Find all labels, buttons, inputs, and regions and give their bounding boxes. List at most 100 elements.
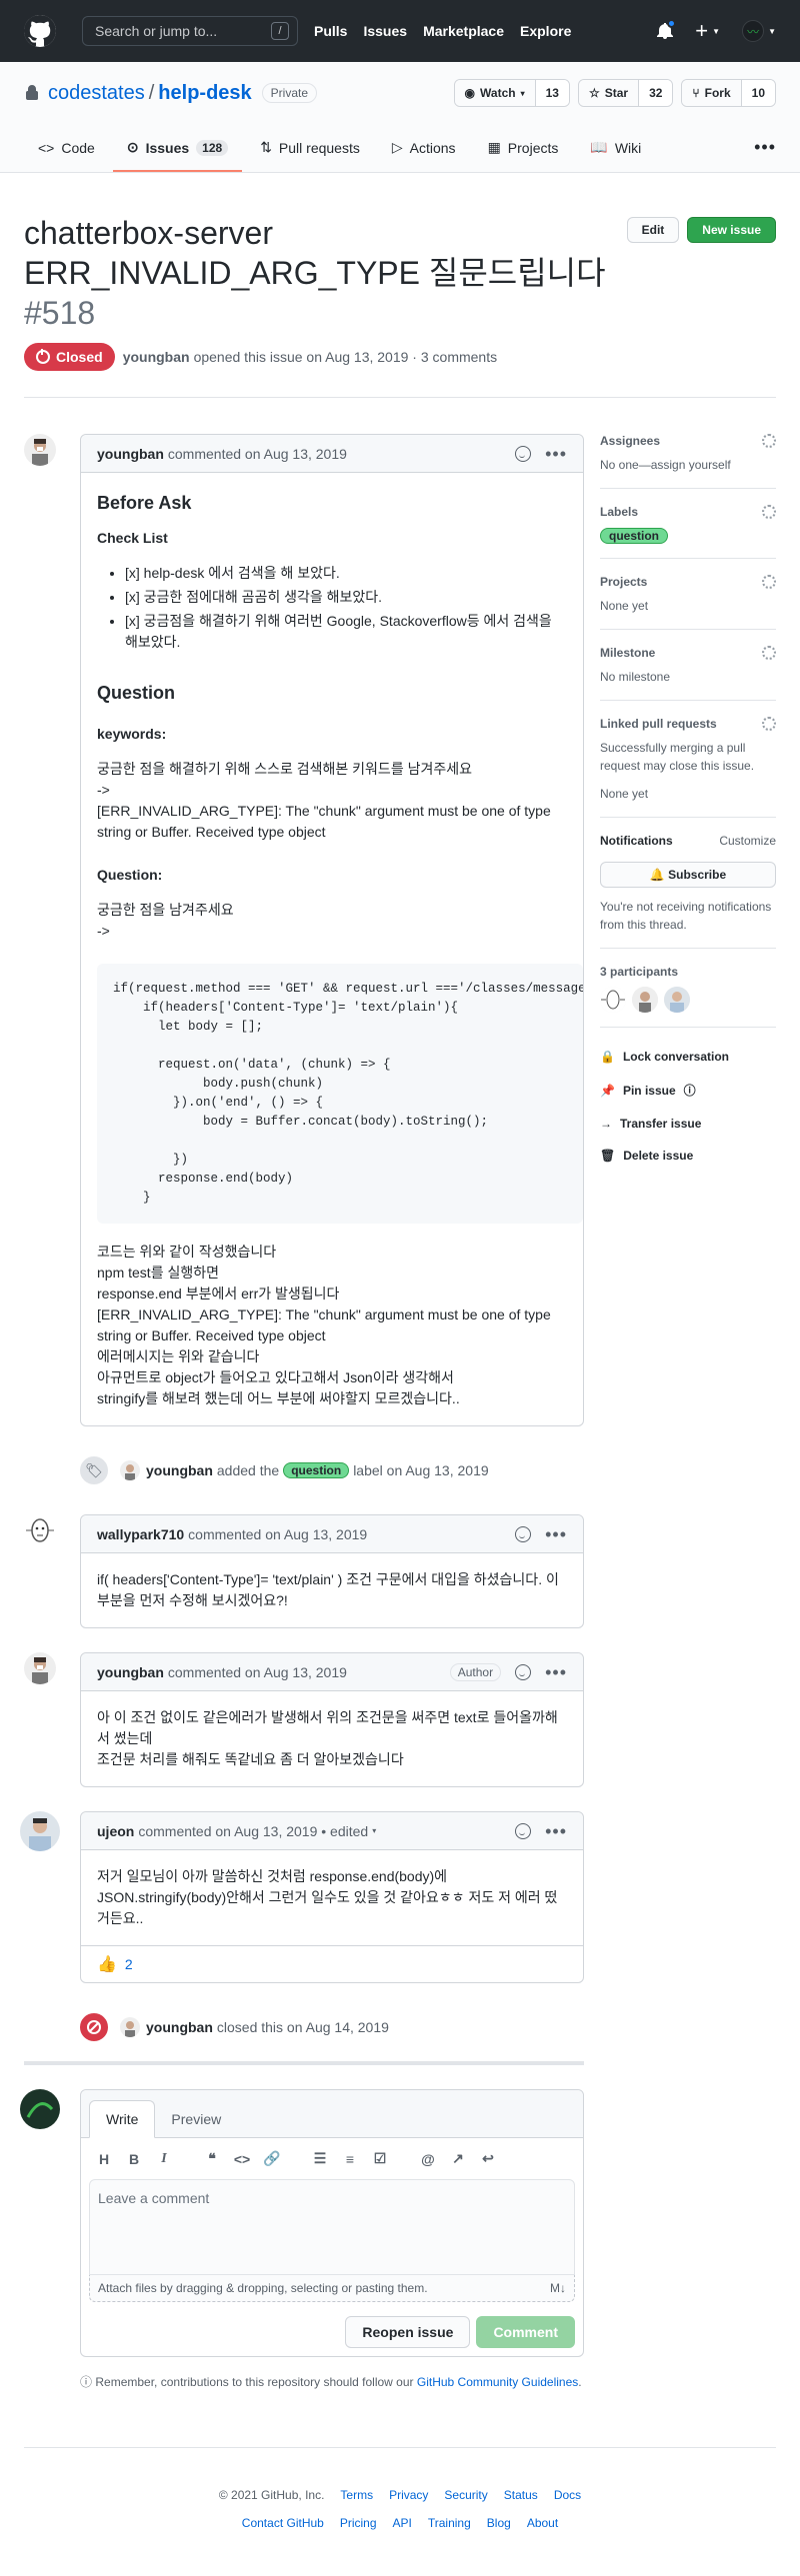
- comment-author-link[interactable]: youngban: [97, 1664, 164, 1680]
- cross-reference-icon[interactable]: ↗: [445, 2150, 471, 2167]
- reopen-issue-button[interactable]: Reopen issue: [345, 2316, 471, 2348]
- markdown-icon[interactable]: M↓: [550, 2281, 566, 2295]
- footer-link-contact[interactable]: Contact GitHub: [242, 2516, 324, 2530]
- watch-button[interactable]: ◉ Watch ▾ 13: [453, 79, 570, 107]
- subscribe-button[interactable]: 🔔 Subscribe: [600, 862, 776, 888]
- avatar[interactable]: [120, 1460, 140, 1480]
- notifications-bell-icon[interactable]: [657, 19, 677, 40]
- event-actor-link[interactable]: youngban: [146, 1462, 213, 1478]
- comment-timestamp[interactable]: commented on Aug 13, 2019 • edited: [138, 1823, 368, 1839]
- comment-timestamp[interactable]: commented on Aug 13, 2019: [188, 1526, 367, 1542]
- repo-owner-link[interactable]: codestates: [48, 82, 145, 105]
- projects-title[interactable]: Projects: [600, 575, 647, 589]
- tab-write[interactable]: Write: [89, 2100, 156, 2138]
- tab-wiki[interactable]: 📖 Wiki: [576, 139, 655, 172]
- add-reaction-icon[interactable]: [515, 1663, 532, 1680]
- tab-projects[interactable]: ▦ Projects: [474, 139, 573, 172]
- footer-link-terms[interactable]: Terms: [340, 2488, 373, 2502]
- comment-options-icon[interactable]: •••: [545, 445, 567, 463]
- comment-button[interactable]: Comment: [476, 2316, 575, 2348]
- edit-title-button[interactable]: Edit: [626, 217, 680, 243]
- italic-icon[interactable]: I: [151, 2151, 177, 2167]
- github-logo-icon[interactable]: [24, 15, 56, 47]
- lock-conversation-link[interactable]: 🔒 Lock conversation: [600, 1042, 776, 1074]
- create-new-dropdown[interactable]: + ▼: [695, 18, 720, 44]
- comment-author-link[interactable]: ujeon: [97, 1823, 134, 1839]
- add-reaction-icon[interactable]: [515, 1822, 532, 1839]
- linked-prs-title[interactable]: Linked pull requests: [600, 717, 717, 731]
- footer-link-api[interactable]: API: [393, 2516, 412, 2530]
- avatar[interactable]: [24, 434, 56, 466]
- numbered-list-icon[interactable]: ≡: [337, 2151, 363, 2167]
- milestone-title[interactable]: Milestone: [600, 646, 655, 660]
- add-reaction-icon[interactable]: [515, 445, 532, 462]
- question-label[interactable]: question: [600, 528, 668, 544]
- tab-pull-requests[interactable]: ⇅ Pull requests: [246, 139, 374, 172]
- reply-icon[interactable]: ↩: [475, 2150, 501, 2167]
- nav-marketplace[interactable]: Marketplace: [423, 23, 504, 39]
- issue-author-link[interactable]: youngban: [123, 349, 190, 365]
- question-label[interactable]: question: [283, 1462, 350, 1478]
- repo-name-link[interactable]: help-desk: [158, 82, 251, 105]
- comment-options-icon[interactable]: •••: [545, 1525, 567, 1543]
- add-reaction-icon[interactable]: [515, 1525, 532, 1542]
- code-icon[interactable]: <>: [229, 2151, 255, 2167]
- gear-icon[interactable]: [762, 575, 776, 589]
- gear-icon[interactable]: [762, 646, 776, 660]
- more-menu-icon[interactable]: •••: [754, 137, 776, 172]
- star-count[interactable]: 32: [639, 80, 673, 106]
- comment-author-link[interactable]: wallypark710: [97, 1526, 184, 1542]
- tab-issues[interactable]: ⊙ Issues 128: [112, 139, 243, 172]
- avatar[interactable]: [20, 1811, 60, 1851]
- star-button[interactable]: ☆ Star 32: [577, 79, 674, 107]
- file-attachment-area[interactable]: Attach files by dragging & dropping, sel…: [89, 2275, 575, 2302]
- avatar[interactable]: [664, 987, 690, 1013]
- reaction-count[interactable]: 2: [125, 1956, 133, 1972]
- mention-icon[interactable]: @: [415, 2151, 441, 2167]
- avatar[interactable]: [632, 987, 658, 1013]
- new-issue-button[interactable]: New issue: [687, 217, 776, 243]
- user-menu[interactable]: 〰 ▼: [742, 20, 776, 42]
- comment-options-icon[interactable]: •••: [545, 1822, 567, 1840]
- search-input[interactable]: Search or jump to... /: [82, 16, 298, 46]
- footer-link-status[interactable]: Status: [504, 2488, 538, 2502]
- task-list-icon[interactable]: ☑: [367, 2150, 393, 2167]
- delete-issue-link[interactable]: 🗑 Delete issue: [600, 1141, 776, 1173]
- event-actor-link[interactable]: youngban: [146, 2019, 213, 2035]
- link-icon[interactable]: 🔗: [259, 2150, 285, 2167]
- avatar[interactable]: [24, 1514, 56, 1546]
- comment-textarea[interactable]: Leave a comment: [89, 2179, 575, 2275]
- bold-icon[interactable]: B: [121, 2151, 147, 2167]
- footer-link-pricing[interactable]: Pricing: [340, 2516, 377, 2530]
- nav-explore[interactable]: Explore: [520, 23, 571, 39]
- bullet-list-icon[interactable]: ☰: [307, 2150, 333, 2167]
- community-guidelines-link[interactable]: GitHub Community Guidelines: [417, 2375, 578, 2389]
- tab-code[interactable]: <> Code: [24, 140, 109, 172]
- gear-icon[interactable]: [762, 505, 776, 519]
- footer-link-training[interactable]: Training: [428, 2516, 471, 2530]
- watch-count[interactable]: 13: [535, 80, 569, 106]
- avatar[interactable]: [24, 1652, 56, 1684]
- pin-issue-link[interactable]: 📌 Pin issue ⓘ: [600, 1074, 776, 1109]
- comment-timestamp[interactable]: commented on Aug 13, 2019: [168, 1664, 347, 1680]
- footer-link-about[interactable]: About: [527, 2516, 558, 2530]
- avatar[interactable]: [600, 987, 626, 1013]
- footer-link-security[interactable]: Security: [444, 2488, 487, 2502]
- nav-pulls[interactable]: Pulls: [314, 23, 347, 39]
- thumbs-up-icon[interactable]: 👍: [97, 1954, 117, 1974]
- footer-link-privacy[interactable]: Privacy: [389, 2488, 428, 2502]
- assignees-value[interactable]: No one—assign yourself: [600, 456, 776, 474]
- fork-button[interactable]: ⑂ Fork 10: [681, 79, 776, 107]
- footer-link-blog[interactable]: Blog: [487, 2516, 511, 2530]
- comment-timestamp[interactable]: commented on Aug 13, 2019: [168, 446, 347, 462]
- quote-icon[interactable]: ❝: [199, 2150, 225, 2167]
- nav-issues[interactable]: Issues: [363, 23, 407, 39]
- edited-dropdown-icon[interactable]: ▾: [372, 1826, 376, 1835]
- footer-link-docs[interactable]: Docs: [554, 2488, 581, 2502]
- tab-actions[interactable]: ▷ Actions: [378, 139, 470, 172]
- transfer-issue-link[interactable]: → Transfer issue: [600, 1109, 776, 1141]
- tab-preview[interactable]: Preview: [155, 2101, 237, 2137]
- labels-title[interactable]: Labels: [600, 505, 638, 519]
- customize-link[interactable]: Customize: [719, 834, 776, 848]
- avatar[interactable]: [20, 2089, 60, 2129]
